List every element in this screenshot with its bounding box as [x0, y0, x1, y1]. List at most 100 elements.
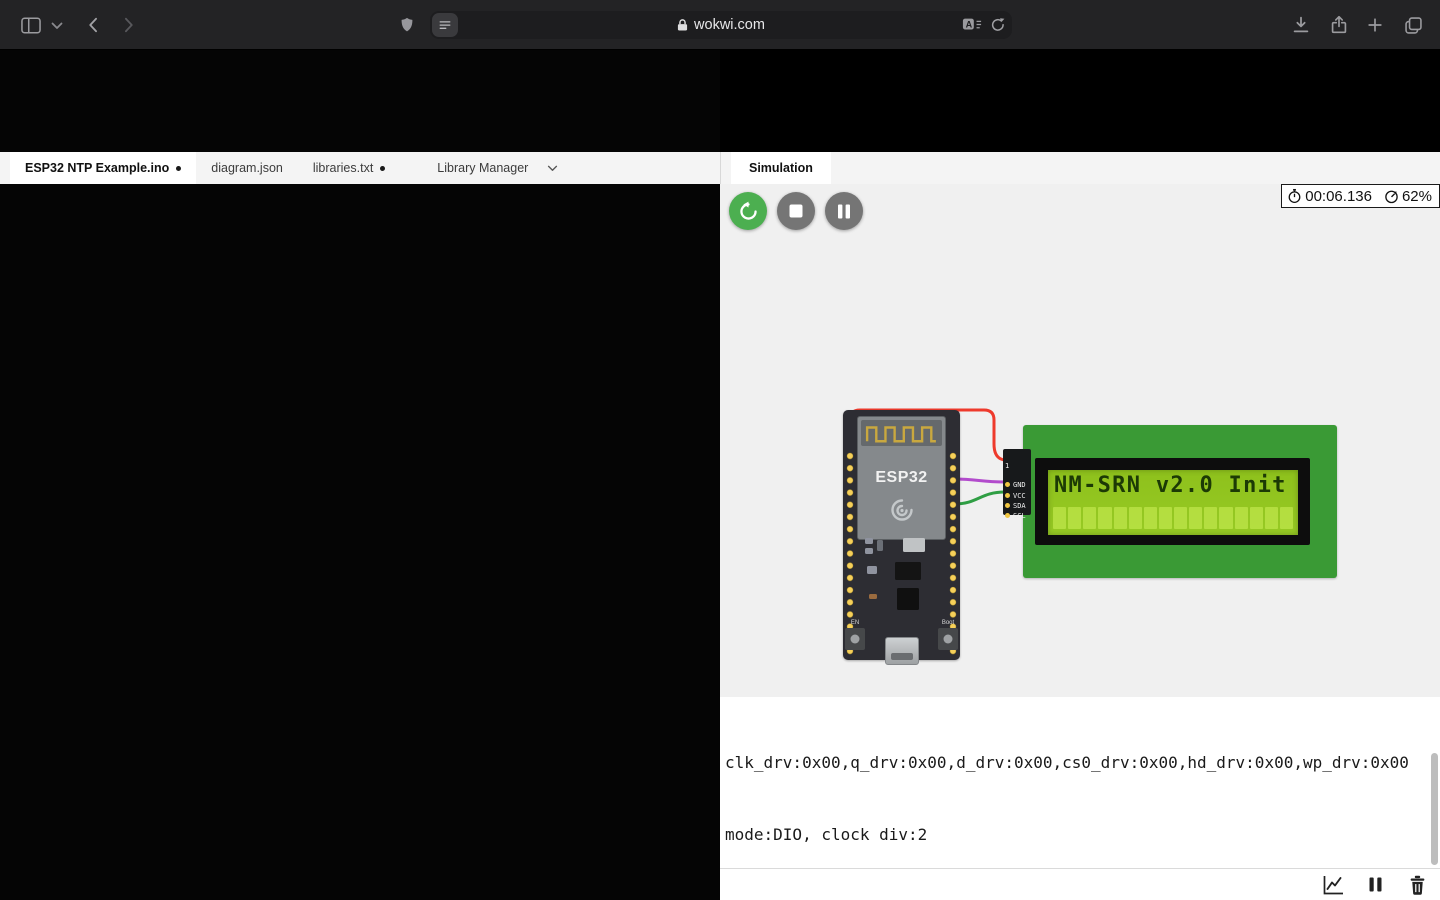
- tab-label: ESP32 NTP Example.ino: [25, 161, 169, 175]
- serial-scrollbar[interactable]: [1431, 753, 1438, 865]
- button-cap: [944, 635, 953, 644]
- tab-label: Simulation: [749, 161, 813, 175]
- share-button[interactable]: [1326, 12, 1352, 38]
- tab-esp32-ntp-example-ino[interactable]: ESP32 NTP Example.ino: [10, 152, 196, 184]
- pause-serial-button[interactable]: [1363, 873, 1387, 897]
- stopwatch-icon: [1287, 188, 1302, 204]
- resistor-component: [867, 566, 877, 574]
- tabs-icon: [1403, 15, 1424, 36]
- share-icon: [1328, 13, 1350, 37]
- privacy-shield-button[interactable]: [396, 14, 418, 36]
- lcd-bezel: NM-SRN v2.0 Init: [1035, 458, 1310, 545]
- pause-icon: [1368, 876, 1383, 893]
- lcd-cell: [1280, 507, 1293, 529]
- restart-button[interactable]: [729, 192, 767, 230]
- capacitor-component: [877, 540, 883, 551]
- tab-label: diagram.json: [211, 161, 283, 175]
- translate-button[interactable]: A: [962, 17, 982, 33]
- svg-text:A: A: [966, 20, 973, 30]
- unsaved-dot: [380, 166, 385, 171]
- serial-monitor[interactable]: clk_drv:0x00,q_drv:0x00,d_drv:0x00,cs0_d…: [720, 697, 1440, 868]
- lcd-cell: [1144, 507, 1157, 529]
- stop-icon: [789, 204, 803, 218]
- lcd-cell: [1219, 507, 1232, 529]
- vcc-pin[interactable]: [1005, 493, 1010, 498]
- tab-libraries-txt[interactable]: libraries.txt: [298, 152, 400, 184]
- plus-icon: [1365, 15, 1385, 35]
- page-icon: [437, 18, 453, 33]
- lcd-cell: [1174, 507, 1187, 529]
- wire-purple[interactable]: [954, 479, 1005, 482]
- address-bar[interactable]: wokwi.com A: [430, 11, 1012, 39]
- reload-button[interactable]: [990, 17, 1006, 34]
- lcd-screen: NM-SRN v2.0 Init: [1048, 470, 1298, 535]
- reader-button[interactable]: [432, 13, 458, 37]
- lcd-cell: [1159, 507, 1172, 529]
- gnd-pin[interactable]: [1005, 482, 1010, 487]
- lcd-cell: [1204, 507, 1217, 529]
- scl-pin[interactable]: [1005, 513, 1010, 518]
- tab-simulation[interactable]: Simulation: [731, 152, 831, 184]
- button-cap: [851, 635, 860, 644]
- boot-button-label: Boot: [937, 620, 959, 626]
- editor-tabbar: ESP32 NTP Example.ino diagram.json libra…: [0, 152, 720, 184]
- serial-toolbar: [720, 868, 1440, 900]
- editor-pane: ESP32 NTP Example.ino diagram.json libra…: [0, 50, 720, 900]
- usb-connector: [885, 637, 919, 665]
- esp32-label: ESP32: [858, 469, 945, 487]
- plot-button[interactable]: [1321, 873, 1345, 897]
- lcd-cell: [1098, 507, 1111, 529]
- wokwi-window: wokwi.com A ESP32: [0, 0, 1440, 900]
- unsaved-dot: [176, 166, 181, 171]
- simulation-canvas[interactable]: 00:06.136 62% ESP32: [720, 184, 1440, 697]
- esp32-right-pin-header: [947, 450, 959, 658]
- new-tab-button[interactable]: [1362, 13, 1388, 37]
- i2c-backpack: 1 GND VCC SDA SCL: [1003, 449, 1031, 515]
- tab-library-manager[interactable]: Library Manager: [422, 152, 573, 184]
- lcd-cell: [1068, 507, 1081, 529]
- lcd1602-display[interactable]: 1 GND VCC SDA SCL NM-SRN v2.0 Init: [1003, 425, 1337, 578]
- serial-line: mode:DIO, clock div:2: [725, 823, 1440, 847]
- pause-button[interactable]: [825, 192, 863, 230]
- esp32-board[interactable]: ESP32 EN Boot: [843, 410, 960, 660]
- tab-label: Library Manager: [437, 161, 528, 175]
- wire-green[interactable]: [954, 492, 1005, 504]
- lcd-cell: [1235, 507, 1248, 529]
- tab-overview-button[interactable]: [1400, 13, 1426, 37]
- lcd-text-line1: NM-SRN v2.0 Init: [1054, 473, 1287, 498]
- sidebar-chevron-button[interactable]: [50, 21, 64, 30]
- esp32-module: ESP32: [857, 416, 946, 540]
- lcd-cell: [1114, 507, 1127, 529]
- boot-button[interactable]: [938, 628, 958, 650]
- sidebar-toggle-button[interactable]: [18, 14, 44, 36]
- lcd-text-line2: [1053, 507, 1293, 529]
- sda-pin[interactable]: [1005, 503, 1010, 508]
- en-button-label: EN: [844, 620, 866, 626]
- back-button[interactable]: [82, 13, 106, 37]
- lcd-cell: [1083, 507, 1096, 529]
- back-chevron-icon: [84, 15, 104, 35]
- forward-chevron-icon: [118, 15, 138, 35]
- url-display: wokwi.com: [430, 17, 1012, 33]
- pause-icon: [837, 204, 851, 219]
- antenna-icon: [861, 420, 942, 446]
- serial-line: clk_drv:0x00,q_drv:0x00,d_drv:0x00,cs0_d…: [725, 751, 1440, 775]
- sda-pin-label: SDA: [1013, 503, 1026, 510]
- clear-serial-button[interactable]: [1405, 873, 1429, 897]
- pin1-marker: 1: [1005, 462, 1009, 470]
- url-text: wokwi.com: [694, 17, 765, 33]
- lock-icon: [677, 18, 688, 32]
- downloads-button[interactable]: [1288, 13, 1314, 37]
- line-chart-icon: [1322, 874, 1344, 896]
- simulation-tabbar: Simulation: [720, 152, 1440, 184]
- code-editor[interactable]: [0, 184, 720, 900]
- scl-pin-label: SCL: [1013, 513, 1026, 520]
- en-button[interactable]: [845, 628, 865, 650]
- restart-icon: [738, 201, 759, 222]
- forward-button[interactable]: [116, 13, 140, 37]
- lcd-cell: [1053, 507, 1066, 529]
- tab-diagram-json[interactable]: diagram.json: [196, 152, 298, 184]
- stop-button[interactable]: [777, 192, 815, 230]
- cpu-load: 62%: [1402, 188, 1432, 205]
- sidebar-icon: [20, 16, 42, 35]
